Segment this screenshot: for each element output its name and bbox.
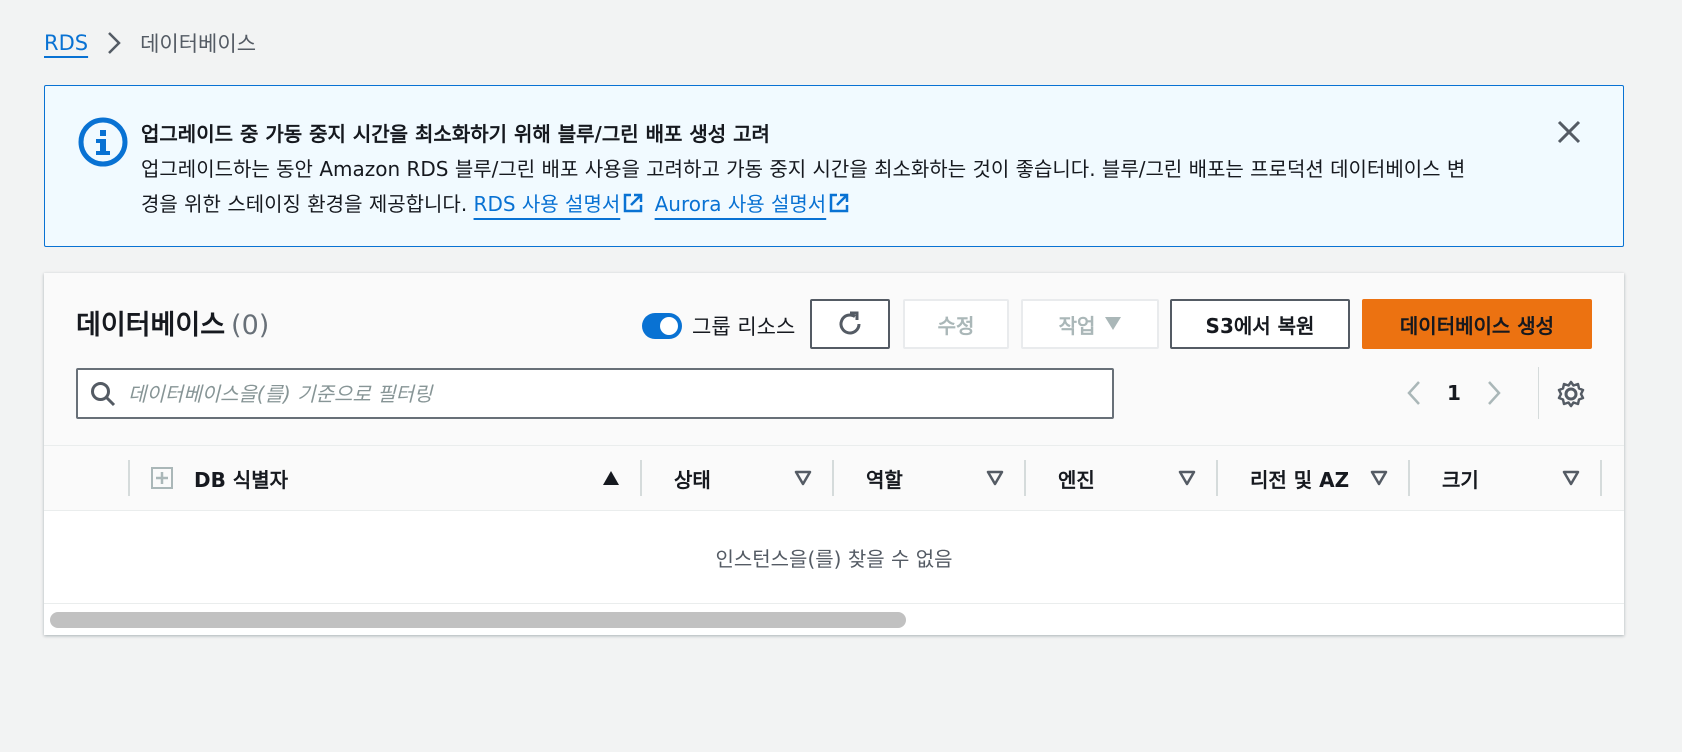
refresh-button[interactable] — [810, 299, 890, 349]
panel-header: 데이터베이스 (0) 그룹 리소스 수정 작업 S3에서 복원 데이터베이스 생성 — [44, 273, 1624, 445]
sort-icon[interactable] — [1178, 470, 1196, 486]
actions-label: 작업 — [1058, 313, 1096, 338]
rds-user-guide-link[interactable]: RDS 사용 설명서 — [474, 192, 621, 216]
database-count: (0) — [231, 310, 270, 341]
scrollbar-thumb[interactable] — [50, 612, 906, 628]
column-divider — [128, 460, 130, 496]
search-icon — [91, 381, 116, 406]
chevron-right-icon[interactable] — [1486, 379, 1502, 407]
sort-icon[interactable] — [794, 470, 812, 486]
databases-panel: 데이터베이스 (0) 그룹 리소스 수정 작업 S3에서 복원 데이터베이스 생성 — [44, 273, 1624, 635]
filter-search-box — [76, 368, 1114, 419]
breadcrumb-rds-link[interactable]: RDS — [44, 31, 88, 55]
column-divider[interactable] — [1600, 460, 1602, 496]
sort-icon[interactable] — [986, 470, 1004, 486]
breadcrumb: RDS 데이터베이스 — [44, 28, 256, 58]
horizontal-scrollbar[interactable] — [44, 603, 1624, 635]
column-role[interactable]: 역할 — [866, 460, 903, 496]
column-engine[interactable]: 엔진 — [1058, 460, 1095, 496]
gear-icon[interactable] — [1556, 379, 1586, 409]
alert-title: 업그레이드 중 가동 중지 시간을 최소화하기 위해 블루/그린 배포 생성 고… — [141, 122, 770, 146]
actions-dropdown-button[interactable]: 작업 — [1021, 299, 1159, 349]
external-link-icon — [829, 193, 849, 213]
sort-ascending-icon[interactable] — [602, 470, 620, 486]
filter-input[interactable] — [128, 381, 1112, 406]
alert-body-line1: 업그레이드하는 동안 Amazon RDS 블루/그린 배포 사용을 고려하고 … — [141, 157, 1466, 181]
edit-button[interactable]: 수정 — [903, 299, 1009, 349]
expand-all-icon[interactable] — [150, 466, 174, 490]
panel-title-text: 데이터베이스 — [76, 310, 226, 341]
divider — [1538, 367, 1539, 419]
refresh-icon — [839, 311, 861, 335]
column-region-az[interactable]: 리전 및 AZ — [1250, 460, 1349, 496]
external-link-icon — [624, 193, 643, 213]
chevron-left-icon[interactable] — [1406, 379, 1422, 407]
sort-icon[interactable] — [1562, 470, 1580, 486]
group-resources-toggle[interactable]: 그룹 리소스 — [642, 311, 795, 341]
close-icon[interactable] — [1553, 116, 1585, 148]
column-db-identifier[interactable]: DB 식별자 — [194, 460, 288, 496]
table-header: DB 식별자 상태 역할 엔진 리전 및 AZ 크기 — [44, 445, 1624, 511]
alert-body: 업그레이드하는 동안 Amazon RDS 블루/그린 배포 사용을 고려하고 … — [141, 152, 1581, 222]
column-divider[interactable] — [1024, 460, 1026, 496]
create-database-button[interactable]: 데이터베이스 생성 — [1362, 299, 1592, 349]
alert-body-line2: 경을 위한 스테이징 환경을 제공합니다. — [141, 192, 468, 216]
caret-down-icon — [1105, 317, 1122, 330]
pagination: 1 — [1406, 379, 1502, 407]
column-status[interactable]: 상태 — [674, 460, 711, 496]
toggle-switch[interactable] — [642, 313, 682, 339]
column-divider[interactable] — [832, 460, 834, 496]
breadcrumb-current: 데이터베이스 — [140, 32, 257, 56]
column-divider[interactable] — [1408, 460, 1410, 496]
page-number[interactable]: 1 — [1444, 381, 1464, 405]
column-size[interactable]: 크기 — [1442, 460, 1479, 496]
column-divider[interactable] — [1216, 460, 1218, 496]
group-resources-label: 그룹 리소스 — [692, 315, 796, 339]
page-title: 데이터베이스 (0) — [76, 303, 269, 342]
empty-state-message: 인스턴스을(를) 찾을 수 없음 — [44, 511, 1624, 603]
aurora-user-guide-link[interactable]: Aurora 사용 설명서 — [655, 192, 827, 216]
chevron-right-icon — [106, 31, 122, 55]
restore-from-s3-button[interactable]: S3에서 복원 — [1170, 299, 1350, 349]
info-icon — [77, 116, 129, 168]
info-alert: 업그레이드 중 가동 중지 시간을 최소화하기 위해 블루/그린 배포 생성 고… — [44, 85, 1624, 247]
sort-icon[interactable] — [1370, 470, 1388, 486]
column-divider[interactable] — [640, 460, 642, 496]
